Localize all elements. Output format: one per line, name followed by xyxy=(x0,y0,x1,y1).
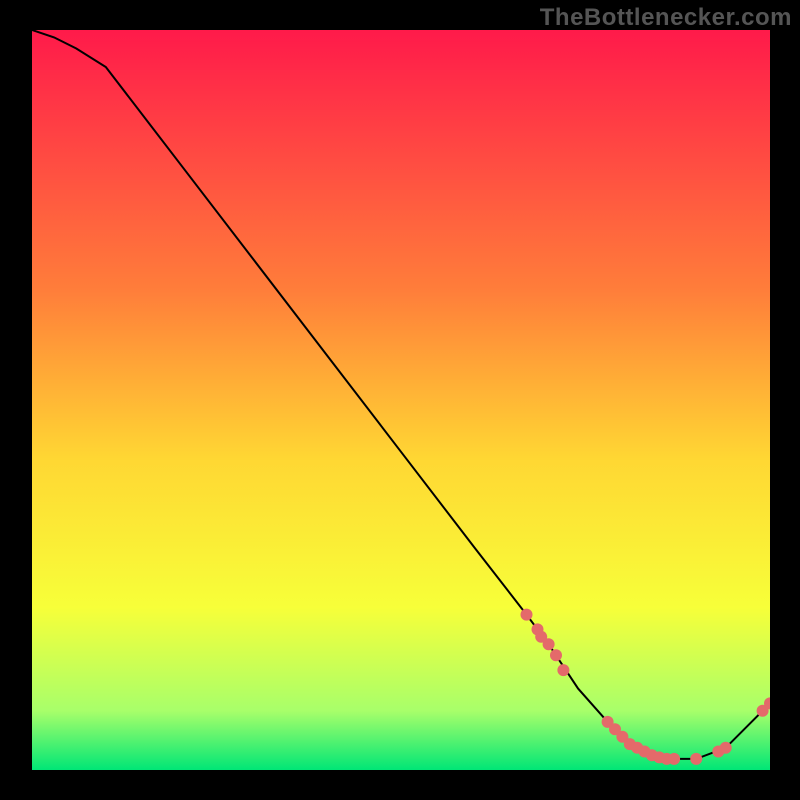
data-marker xyxy=(668,753,680,765)
gradient-background xyxy=(32,30,770,770)
data-marker xyxy=(720,742,732,754)
data-marker xyxy=(690,753,702,765)
plot-area xyxy=(32,30,770,770)
data-marker xyxy=(543,638,555,650)
watermark-text: TheBottlenecker.com xyxy=(540,4,792,32)
data-marker xyxy=(521,609,533,621)
chart-svg xyxy=(32,30,770,770)
chart-frame: TheBottlenecker.com xyxy=(0,0,800,800)
data-marker xyxy=(557,664,569,676)
data-marker xyxy=(550,649,562,661)
